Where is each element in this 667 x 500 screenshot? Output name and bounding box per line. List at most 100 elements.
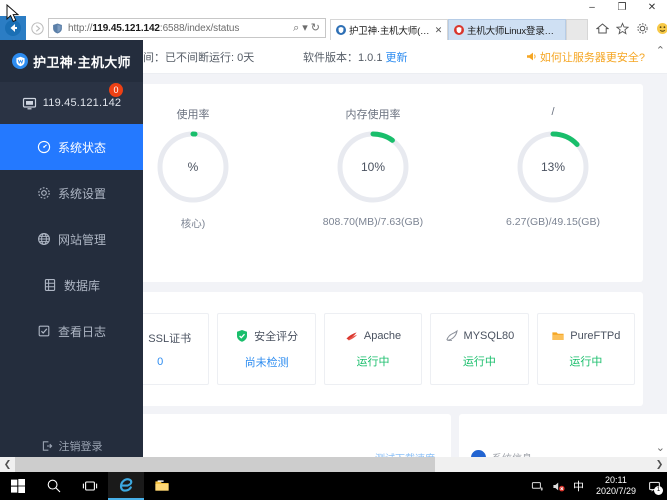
volume-muted-icon[interactable] xyxy=(552,480,565,493)
restore-button[interactable]: ❐ xyxy=(607,0,637,16)
service-header: 安全评分 xyxy=(235,328,298,344)
update-link[interactable]: 更新 xyxy=(382,52,407,64)
ime-indicator[interactable]: 中 xyxy=(573,478,584,494)
status-topbar: 行时间：已不间断运行: 0天 软件版本：1.0.1更新 如何让服务器更安全? xyxy=(143,40,667,74)
services-card: SSL证书 0 安全评分 尚未检测 Apache 运行中 MYSQL80 运行中… xyxy=(143,292,643,406)
notification-count: 1 xyxy=(654,485,663,495)
apache-feather-icon xyxy=(345,329,359,343)
smiley-feedback-icon[interactable] xyxy=(656,22,667,35)
taskbar: 中 20:11 2020/7/29 1 xyxy=(0,472,667,500)
megaphone-icon xyxy=(526,52,536,61)
gauge-memory: 内存使用率 10% 808.70(MB)/7.63(GB) xyxy=(283,106,463,282)
service-status: 运行中 xyxy=(569,356,603,368)
notification-center-button[interactable]: 1 xyxy=(648,480,663,495)
refresh-icon[interactable]: ↻ xyxy=(311,22,320,34)
chevron-down-icon[interactable]: ▾ xyxy=(302,22,308,34)
search-button[interactable] xyxy=(36,472,72,500)
browser-toolbar-icons xyxy=(588,16,667,40)
sidebar-item-label: 数据库 xyxy=(63,278,100,293)
service-name: PureFTPd xyxy=(570,330,621,342)
mysql-dolphin-icon xyxy=(445,329,459,343)
service-header: PureFTPd xyxy=(551,329,620,343)
sidebar-item-label: 查看日志 xyxy=(57,324,106,339)
gauge-cpu: 使用率 % 核心) xyxy=(143,106,283,282)
service-apache[interactable]: Apache 运行中 xyxy=(323,313,423,385)
service-header: Apache xyxy=(345,329,401,343)
scroll-up-icon[interactable]: ⌃ xyxy=(656,44,665,57)
gauge-subtext: 808.70(MB)/7.63(GB) xyxy=(322,216,424,228)
gauge-disk-root: / 13% 6.27(GB)/49.15(GB) xyxy=(463,106,643,282)
network-icon[interactable] xyxy=(531,480,544,493)
logout-label: 注销登录 xyxy=(58,441,103,453)
address-bar[interactable]: http://119.45.121.142:6588/index/status … xyxy=(48,18,326,38)
gear-icon xyxy=(37,186,51,200)
security-check-icon xyxy=(235,329,249,343)
url-text: http://119.45.121.142:6588/index/status xyxy=(68,22,240,34)
scrollbar-thumb[interactable] xyxy=(15,457,435,472)
browser-window: – ❐ ✕ http://119.45.121.142:6588/index/s… xyxy=(0,0,667,472)
server-selector[interactable]: 119.45.121.142 0 xyxy=(0,82,143,124)
gauge-value: 13% xyxy=(540,160,566,174)
system-tray: 中 20:11 2020/7/29 1 xyxy=(531,472,667,500)
file-explorer-button[interactable] xyxy=(144,472,180,500)
service-security-score[interactable]: 安全评分 尚未检测 xyxy=(217,313,316,385)
forward-arrow-icon[interactable] xyxy=(26,16,48,40)
service-ssl[interactable]: SSL证书 0 xyxy=(143,313,210,385)
folder-icon xyxy=(155,480,169,491)
server-security-link[interactable]: 如何让服务器更安全? xyxy=(526,49,645,65)
scroll-left-icon[interactable]: ❮ xyxy=(0,457,15,472)
gauge-title: 使用率 xyxy=(176,109,210,121)
gauge-subtext: 核心) xyxy=(180,218,206,230)
sidebar-item-label: 系统状态 xyxy=(57,140,106,155)
settings-gear-icon[interactable] xyxy=(636,22,649,35)
tab-label: 护卫神·主机大师(Linux) xyxy=(349,26,431,37)
brand-name: 护卫神·主机大师 xyxy=(33,54,131,70)
clock[interactable]: 20:11 2020/7/29 xyxy=(592,475,640,497)
task-view-button[interactable] xyxy=(72,472,108,500)
shield-blue-icon xyxy=(336,25,346,35)
mouse-cursor xyxy=(6,4,20,23)
clock-date: 2020/7/29 xyxy=(595,486,636,496)
scroll-right-icon[interactable]: ❯ xyxy=(652,457,667,472)
sidebar-item-database[interactable]: 数据库 xyxy=(0,262,143,308)
internet-explorer-button[interactable] xyxy=(108,472,144,500)
ftp-folder-icon xyxy=(551,329,565,343)
window-controls: – ❐ ✕ xyxy=(577,0,667,16)
start-button[interactable] xyxy=(0,472,36,500)
shield-w-logo-icon xyxy=(12,53,29,69)
sidebar-item-system-settings[interactable]: 系统设置 xyxy=(0,170,143,216)
tab-host-master-login-password[interactable]: 主机大师Linux登录账户密码... xyxy=(448,19,566,40)
window-title-bar: – ❐ ✕ xyxy=(0,0,667,16)
home-icon[interactable] xyxy=(596,22,609,35)
service-header: MYSQL80 xyxy=(445,329,514,343)
server-security-label: 如何让服务器更安全? xyxy=(539,51,645,64)
task-view-icon xyxy=(82,481,98,491)
scrollbar-track[interactable] xyxy=(15,457,652,472)
windows-logo-icon xyxy=(11,479,25,493)
close-icon[interactable]: ✕ xyxy=(434,25,443,36)
sidebar-item-website-management[interactable]: 网站管理 xyxy=(0,216,143,262)
status-badge: 0 xyxy=(109,83,123,97)
service-mysql[interactable]: MYSQL80 运行中 xyxy=(430,313,529,385)
gauge-subtext: 6.27(GB)/49.15(GB) xyxy=(506,216,600,228)
service-name: 安全评分 xyxy=(254,331,299,343)
shield-red-icon xyxy=(454,25,464,35)
server-ip: 119.45.121.142 xyxy=(42,97,122,109)
close-button[interactable]: ✕ xyxy=(637,0,667,16)
minimize-button[interactable]: – xyxy=(577,0,607,16)
new-tab-button[interactable] xyxy=(566,19,588,40)
service-pureftpd[interactable]: PureFTPd 运行中 xyxy=(536,313,636,385)
service-name: Apache xyxy=(363,330,402,342)
service-header: SSL证书 xyxy=(143,330,191,346)
search-icon[interactable]: ⌕ xyxy=(293,22,299,34)
gauge-title: / xyxy=(551,106,555,118)
favorites-star-icon[interactable] xyxy=(616,21,629,35)
sidebar-item-label: 网站管理 xyxy=(57,232,106,247)
horizontal-scrollbar[interactable]: ❮ ❯ xyxy=(0,457,667,472)
tab-host-master-linux[interactable]: 护卫神·主机大师(Linux) ✕ xyxy=(330,19,448,40)
sidebar-item-system-status[interactable]: 系统状态 xyxy=(0,124,143,170)
sidebar-item-view-logs[interactable]: 查看日志 xyxy=(0,308,143,354)
gauge-ring: 10% xyxy=(334,128,412,206)
scroll-down-icon[interactable]: ⌄ xyxy=(656,441,665,454)
logout-button[interactable]: 注销登录 xyxy=(0,434,143,458)
